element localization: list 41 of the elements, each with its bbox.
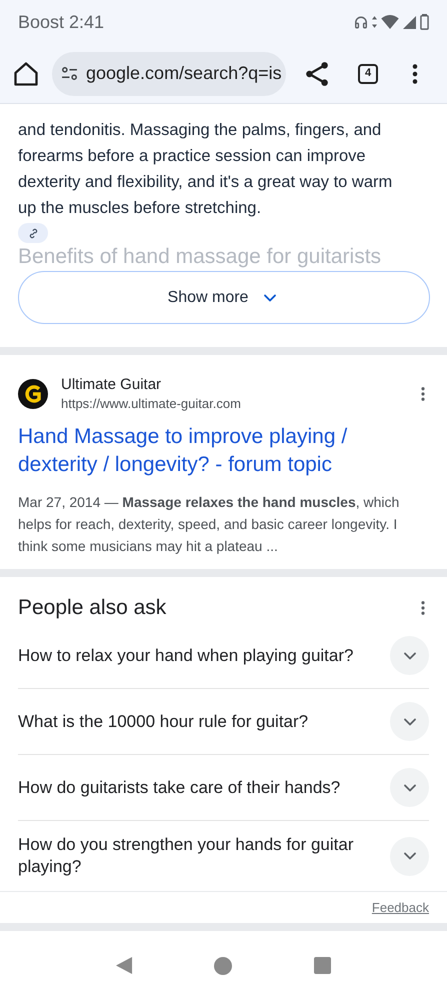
snippet-paragraph: and tendonitis. Massaging the palms, fingers, and forearms before a practice session can improve dexterity and flexibility, and it's a great way to warm up the muscles before stretching. <box>18 120 394 219</box>
url-text: google.com/search?q=is <box>86 62 282 85</box>
question-row[interactable]: How to relax your hand when playing guitar? <box>18 623 429 689</box>
headphones-icon <box>354 14 368 30</box>
battery-icon <box>420 14 429 30</box>
home-button[interactable] <box>12 60 40 88</box>
section-heading: People also ask <box>18 595 166 622</box>
tab-count-button[interactable]: 4 <box>358 64 378 84</box>
question-text: How do you strengthen your hands for guitar playing? <box>18 834 354 878</box>
faded-heading: Benefits of hand massage for guitarists <box>18 244 382 270</box>
more-options-button[interactable] <box>421 387 425 401</box>
more-options-button[interactable] <box>421 601 425 615</box>
expand-toggle[interactable] <box>390 636 429 675</box>
signal-icon <box>403 16 416 28</box>
show-more-button[interactable]: Show more <box>18 271 430 324</box>
expand-toggle[interactable] <box>390 768 429 807</box>
share-button[interactable] <box>304 60 330 86</box>
recents-button[interactable] <box>314 957 332 974</box>
result-snippet: Mar 27, 2014 — Massage relaxes the hand muscles, which helps for reach, dexterity, speed, and basic career longevity. I think some musicians may hit a plateau ... <box>18 493 400 556</box>
question-row[interactable]: How do guitarists take care of their hands? <box>18 755 429 821</box>
back-button[interactable] <box>116 957 133 974</box>
question-row[interactable]: How do you strengthen your hands for guitar playing? <box>18 821 429 891</box>
question-text: How do guitarists take care of their hands? <box>18 776 342 798</box>
link-chip-icon[interactable] <box>18 223 48 243</box>
expand-toggle[interactable] <box>390 702 429 741</box>
site-settings-icon <box>61 67 78 80</box>
wifi-icon <box>381 15 399 29</box>
site-url: https://www.ultimate-guitar.com <box>61 395 242 413</box>
site-name: Ultimate Guitar <box>61 375 162 395</box>
result-title-link[interactable]: Hand Massage to improve playing / dexterity / longevity? - forum topic <box>18 423 429 479</box>
menu-button[interactable] <box>412 64 418 84</box>
question-text: What is the 10000 hour rule for guitar? <box>18 710 310 732</box>
question-row[interactable]: What is the 10000 hour rule for guitar? <box>18 689 429 755</box>
carrier-time: Boost 2:41 <box>18 10 104 34</box>
address-bar[interactable]: google.com/search?q=is <box>52 52 286 96</box>
home-nav-button[interactable] <box>214 956 232 974</box>
site-logo-icon <box>18 379 48 409</box>
data-arrows-icon <box>372 16 377 28</box>
question-text: How to relax your hand when playing guitar? <box>18 644 354 666</box>
feedback-link[interactable]: Feedback <box>372 898 429 918</box>
expand-toggle[interactable] <box>390 836 429 876</box>
